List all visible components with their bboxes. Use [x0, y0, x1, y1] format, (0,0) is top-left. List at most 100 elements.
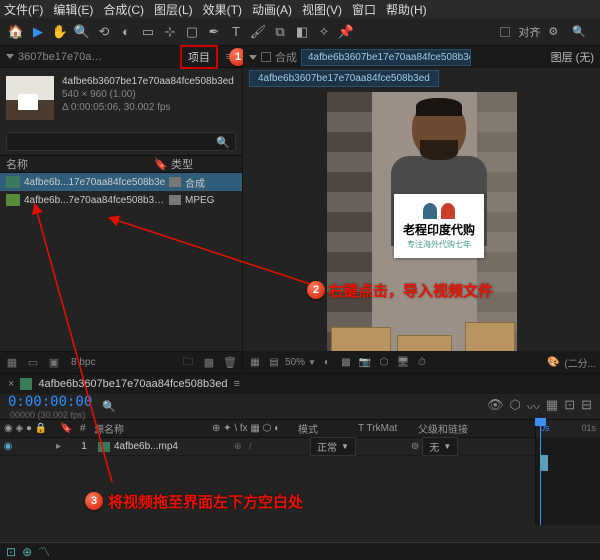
project-panel: 3607be17e70aa84fce508b3ed.mp4 项目 ≡ 1 4af…: [0, 46, 243, 373]
close-icon[interactable]: ×: [8, 378, 14, 390]
breadcrumb[interactable]: 4afbe6b3607be17e70aa84fce508b3ed: [249, 70, 439, 87]
project-search-input[interactable]: [6, 132, 236, 151]
home-icon[interactable]: 🏠: [6, 22, 26, 42]
resolution-value[interactable]: (二分...: [564, 355, 596, 370]
dropdown-icon[interactable]: [6, 54, 14, 59]
col-trkmat[interactable]: T TrkMat: [354, 423, 414, 434]
list-item[interactable]: 4afbe6b...17e70aa84fce508b3e 合成: [0, 173, 242, 191]
hand-tool-icon[interactable]: ✋: [50, 22, 70, 42]
grid-icon[interactable]: ▦: [247, 355, 263, 369]
new-comp-icon[interactable]: ▩: [201, 356, 217, 370]
column-tag-icon[interactable]: 🔖: [151, 158, 171, 171]
project-panel-label[interactable]: 项目: [180, 45, 218, 69]
project-list[interactable]: 4afbe6b...17e70aa84fce508b3e 合成 4afbe6b.…: [0, 173, 242, 351]
color-icon[interactable]: 🎨: [545, 355, 561, 369]
anchor-tool-icon[interactable]: ⊹: [160, 22, 180, 42]
column-type[interactable]: 类型: [171, 156, 236, 172]
shy-icon[interactable]: 👁: [487, 397, 504, 416]
composition-label: 合成: [275, 49, 297, 65]
layer-panel-label[interactable]: 图层 (无): [551, 49, 594, 65]
mask-icon[interactable]: ◐: [319, 355, 335, 369]
roto-tool-icon[interactable]: ✧: [314, 22, 334, 42]
layer-icon: [98, 442, 110, 452]
transparency-icon[interactable]: ▩: [338, 355, 354, 369]
col-parent[interactable]: 父级和链接: [414, 421, 472, 436]
menu-window[interactable]: 窗口: [352, 1, 376, 18]
square-icon[interactable]: [261, 52, 271, 62]
draft-icon[interactable]: ▦: [546, 397, 558, 416]
footage-thumbnail[interactable]: [6, 76, 54, 120]
interpret-icon[interactable]: ▦: [4, 356, 20, 370]
menu-layer[interactable]: 图层(L): [154, 1, 193, 18]
motion-blur-icon[interactable]: 〰: [527, 397, 540, 416]
thumb-view-icon[interactable]: ▣: [46, 356, 62, 370]
menu-animation[interactable]: 动画(A): [252, 1, 292, 18]
toggle-icon[interactable]: ⊡: [6, 545, 16, 559]
graph-editor-icon[interactable]: 〽: [38, 543, 50, 560]
timeline-layer-row[interactable]: ◉ ▸ 1 4afbe6b...mp4 ⊕ / 正常▼ ⊚ 无▼: [0, 438, 600, 456]
menu-view[interactable]: 视图(V): [302, 1, 342, 18]
exposure-icon[interactable]: 🖥: [395, 355, 411, 369]
new-folder-icon[interactable]: 🗀: [180, 356, 196, 370]
folder-icon[interactable]: ▭: [25, 356, 41, 370]
eraser-tool-icon[interactable]: ◧: [292, 22, 312, 42]
timecode-frames: 00000 (30.002 fps): [10, 410, 92, 420]
clone-tool-icon[interactable]: ⧉: [270, 22, 290, 42]
dropdown-icon[interactable]: [249, 55, 257, 60]
playhead[interactable]: [540, 420, 541, 525]
text-tool-icon[interactable]: T: [226, 22, 246, 42]
visibility-icon[interactable]: ◉: [0, 441, 16, 452]
channel-icon[interactable]: ⬡: [376, 355, 392, 369]
guides-icon[interactable]: ▤: [266, 355, 282, 369]
graph-icon[interactable]: ⬡: [510, 397, 521, 416]
composition-panel: 合成 4afbe6b3607be17e70aa84fce508b3ed 图层 (…: [243, 46, 600, 373]
footage-name: 4afbe6b3607be17e70aa84fce508b3ed: [62, 76, 234, 87]
current-timecode[interactable]: 0:00:00:00: [8, 394, 92, 410]
puppet-tool-icon[interactable]: 📌: [336, 22, 356, 42]
timeline-tracks[interactable]: 0s 01s: [535, 420, 600, 525]
list-item[interactable]: 4afbe6b...7e70aa84fce508b3ed.mp4 MPEG: [0, 191, 242, 209]
selection-tool-icon[interactable]: ▶: [28, 22, 48, 42]
render-queue-icon[interactable]: ⊕: [22, 545, 32, 559]
blend-mode-select[interactable]: 正常▼: [310, 437, 356, 456]
orbit-tool-icon[interactable]: ⟲: [94, 22, 114, 42]
timecode-icon[interactable]: ⏱: [414, 355, 430, 369]
toolbar-menu-icon[interactable]: ⚙: [548, 25, 558, 38]
toolbar-search-icon[interactable]: 🔍: [572, 25, 586, 38]
composition-viewer[interactable]: 老程印度代购 专注海外代购七年: [327, 92, 517, 367]
rotation-tool-icon[interactable]: ◐: [116, 22, 136, 42]
layer-name: 4afbe6b...mp4: [114, 441, 234, 452]
sign-paper: 老程印度代购 专注海外代购七年: [394, 194, 484, 258]
shape-tool-icon[interactable]: ▢: [182, 22, 202, 42]
item-type: 合成: [185, 175, 205, 190]
column-name[interactable]: 名称: [6, 156, 151, 172]
parent-select[interactable]: 无▼: [422, 437, 458, 456]
type-icon: [169, 177, 181, 187]
snapshot-icon[interactable]: 📷: [357, 355, 373, 369]
timeline-tab-name[interactable]: 4afbe6b3607be17e70aa84fce508b3ed: [38, 378, 227, 390]
item-name: 4afbe6b...17e70aa84fce508b3e: [24, 177, 169, 188]
zoom-value[interactable]: 50%: [285, 357, 305, 368]
menu-edit[interactable]: 编辑(E): [53, 1, 93, 18]
menu-composition[interactable]: 合成(C): [103, 1, 144, 18]
panel-menu-icon[interactable]: ≡: [233, 378, 239, 390]
pen-tool-icon[interactable]: ✒: [204, 22, 224, 42]
col-mode[interactable]: 模式: [294, 421, 354, 436]
timeline-search-icon[interactable]: 🔍: [102, 400, 116, 413]
brush-tool-icon[interactable]: 🖌: [248, 22, 268, 42]
zoom-tool-icon[interactable]: 🔍: [72, 22, 92, 42]
composition-name-badge[interactable]: 4afbe6b3607be17e70aa84fce508b3ed: [301, 49, 471, 66]
clip-bar[interactable]: [540, 455, 548, 471]
bpc-label[interactable]: 8 bpc: [67, 357, 99, 368]
collapse-icon[interactable]: ⊟: [581, 397, 592, 416]
trash-icon[interactable]: 🗑: [222, 356, 238, 370]
camera-tool-icon[interactable]: ▭: [138, 22, 158, 42]
col-source-name[interactable]: 源名称: [90, 421, 208, 436]
menu-file[interactable]: 文件(F): [4, 1, 43, 18]
menu-help[interactable]: 帮助(H): [386, 1, 427, 18]
snap-checkbox[interactable]: [500, 27, 510, 37]
ruler-tick: 01s: [581, 423, 596, 433]
menu-effect[interactable]: 效果(T): [203, 1, 242, 18]
frame-blend-icon[interactable]: ⊡: [564, 397, 575, 416]
timeline-panel: × 4afbe6b3607be17e70aa84fce508b3ed ≡ 0:0…: [0, 373, 600, 560]
